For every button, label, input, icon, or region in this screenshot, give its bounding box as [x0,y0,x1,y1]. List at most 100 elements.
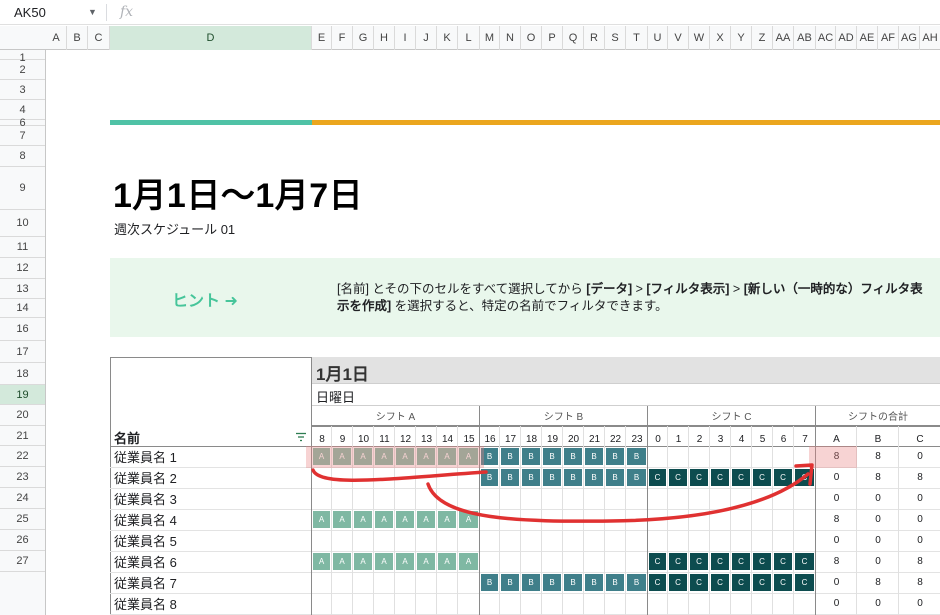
row-header-20[interactable]: 20 [0,405,45,426]
row-header-17[interactable]: 17 [0,341,45,363]
group-shift-c[interactable]: シフト C [648,406,816,426]
column-header-i[interactable]: I [395,26,416,50]
column-header-l[interactable]: L [458,26,480,50]
column-header-b[interactable]: B [67,26,88,50]
hour-header-cell[interactable]: 2 [689,426,710,452]
column-header-n[interactable]: N [500,26,521,50]
shift-cell-a[interactable]: A [333,553,351,570]
group-shift-a[interactable]: シフト A [312,406,480,426]
shift-cell-a[interactable]: A [375,553,393,570]
total-cell[interactable]: 0 [857,593,899,614]
column-header-ag[interactable]: AG [899,26,920,50]
column-header-a[interactable]: A [46,26,67,50]
employee-name[interactable]: 従業員名 7 [114,572,177,593]
shift-cell-b[interactable]: B [501,574,519,591]
shift-cell-b[interactable]: B [501,469,519,486]
shift-cell-a[interactable]: A [459,511,478,528]
employee-name[interactable]: 従業員名 4 [114,509,177,530]
hour-header-cell[interactable]: 1 [668,426,689,452]
column-header-x[interactable]: X [710,26,731,50]
row-header-25[interactable]: 25 [0,509,45,530]
column-header-k[interactable]: K [437,26,458,50]
shift-cell-b[interactable]: B [564,469,582,486]
total-cell[interactable]: 0 [857,509,899,530]
shift-cell-b[interactable]: B [564,448,582,465]
total-cell[interactable]: 0 [816,572,857,593]
shift-cell-b[interactable]: B [606,574,624,591]
column-header-g[interactable]: G [353,26,374,50]
shift-cell-c[interactable]: C [690,574,708,591]
column-header-w[interactable]: W [689,26,710,50]
employee-name[interactable]: 従業員名 3 [114,488,177,509]
filter-icon[interactable] [295,432,307,442]
row-header-24[interactable]: 24 [0,488,45,509]
shift-cell-b[interactable]: B [543,574,561,591]
total-cell[interactable]: 8 [899,467,940,488]
total-cell[interactable]: 0 [899,530,940,551]
total-cell[interactable]: 0 [857,530,899,551]
shift-cell-c[interactable]: C [649,553,666,570]
total-cell[interactable]: 0 [857,488,899,509]
schedule-day-of-week[interactable]: 日曜日 [316,387,355,406]
hour-header-cell[interactable]: 4 [731,426,752,452]
employee-name[interactable]: 従業員名 5 [114,530,177,551]
row-header-16[interactable]: 16 [0,318,45,341]
page-title[interactable]: 1月1日〜1月7日 [113,168,363,217]
shift-cell-c[interactable]: C [774,553,792,570]
column-header-m[interactable]: M [480,26,500,50]
column-header-d[interactable]: D [110,26,312,50]
column-header-ad[interactable]: AD [836,26,857,50]
column-header-ac[interactable]: AC [816,26,836,50]
shift-cell-b[interactable]: B [606,469,624,486]
employee-name[interactable]: 従業員名 2 [114,467,177,488]
shift-cell-b[interactable]: B [627,469,646,486]
shift-cell-b[interactable]: B [606,448,624,465]
shift-cell-c[interactable]: C [649,574,666,591]
shift-cell-a[interactable]: A [354,553,372,570]
column-header-p[interactable]: P [542,26,563,50]
shift-cell-b[interactable]: B [501,448,519,465]
total-cell[interactable]: 8 [857,467,899,488]
column-header-s[interactable]: S [605,26,626,50]
shift-cell-b[interactable]: B [564,574,582,591]
shift-cell-c[interactable]: C [711,469,729,486]
total-cell[interactable]: 8 [899,551,940,572]
row-header-2[interactable]: 2 [0,60,45,80]
total-cell[interactable]: 0 [899,509,940,530]
shift-cell-c[interactable]: C [795,574,814,591]
column-header-ab[interactable]: AB [794,26,816,50]
chevron-down-icon[interactable]: ▼ [88,7,97,17]
shift-cell-c[interactable]: C [711,553,729,570]
employee-name[interactable]: 従業員名 1 [114,446,177,467]
hint-text[interactable]: [名前] とその下のセルをすべて選択してから [データ] > [フィルタ表示] … [337,281,927,315]
row-header-19[interactable]: 19 [0,385,45,405]
column-header-f[interactable]: F [332,26,353,50]
employee-name[interactable]: 従業員名 6 [114,551,177,572]
shift-cell-c[interactable]: C [732,553,750,570]
row-header-13[interactable]: 13 [0,279,45,299]
shift-cell-a[interactable]: A [417,511,435,528]
hint-label[interactable]: ヒント ➜ [172,287,238,311]
total-cell[interactable]: 8 [816,551,857,572]
shift-cell-b[interactable]: B [481,469,498,486]
row-header-10[interactable]: 10 [0,210,45,237]
shift-cell-b[interactable]: B [522,574,540,591]
shift-cell-b[interactable]: B [543,469,561,486]
shift-cell-c[interactable]: C [732,469,750,486]
column-header-z[interactable]: Z [752,26,773,50]
total-cell[interactable]: 0 [899,488,940,509]
shift-cell-a[interactable]: A [354,511,372,528]
shift-cell-b[interactable]: B [481,574,498,591]
total-cell[interactable]: 0 [899,593,940,614]
column-header-q[interactable]: Q [563,26,584,50]
shift-cell-c[interactable]: C [753,574,771,591]
shift-cell-c[interactable]: C [732,574,750,591]
shift-cell-c[interactable]: C [753,553,771,570]
shift-cell-a[interactable]: A [438,553,456,570]
shift-cell-a[interactable]: A [396,553,414,570]
column-header-c[interactable]: C [88,26,110,50]
shift-cell-c[interactable]: C [774,469,792,486]
shift-cell-b[interactable]: B [522,469,540,486]
total-cell[interactable]: 0 [816,593,857,614]
column-header-r[interactable]: R [584,26,605,50]
